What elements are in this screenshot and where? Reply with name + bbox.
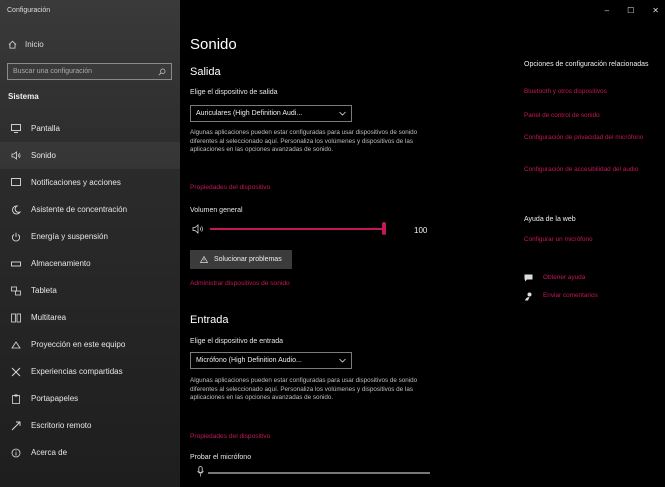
mic-level-track bbox=[208, 472, 430, 474]
input-description: Algunas aplicaciones pueden estar config… bbox=[190, 377, 418, 402]
sidebar: Configuración Inicio Buscar una configur… bbox=[0, 0, 180, 487]
multitask-icon bbox=[10, 312, 21, 323]
maximize-button[interactable]: ☐ bbox=[627, 6, 634, 15]
notification-icon bbox=[10, 177, 21, 188]
close-button[interactable]: ✕ bbox=[652, 6, 659, 15]
storage-icon bbox=[10, 258, 21, 269]
sidebar-item-label: Experiencias compartidas bbox=[31, 367, 123, 376]
sidebar-item-proyeccion[interactable]: Proyección en este equipo bbox=[0, 331, 180, 358]
help-chat-icon bbox=[524, 274, 533, 282]
search-placeholder: Buscar una configuración bbox=[13, 68, 92, 75]
output-properties-link[interactable]: Propiedades del dispositivo bbox=[190, 184, 270, 191]
sidebar-item-portapapeles[interactable]: Portapapeles bbox=[0, 385, 180, 412]
volume-value: 100 bbox=[414, 226, 428, 235]
related-settings: Opciones de configuración relacionadas bbox=[524, 60, 654, 69]
volume-speaker-icon[interactable] bbox=[192, 224, 204, 234]
mic-level-meter bbox=[208, 472, 430, 474]
chevron-down-icon bbox=[339, 358, 346, 363]
sidebar-item-energia[interactable]: Energía y suspensión bbox=[0, 223, 180, 250]
input-device-value: Micrófono (High Definition Audio... bbox=[196, 357, 302, 364]
clipboard-icon bbox=[10, 393, 21, 404]
search-input[interactable]: Buscar una configuración bbox=[7, 63, 172, 80]
feedback-icon bbox=[525, 292, 532, 301]
related-heading: Opciones de configuración relacionadas bbox=[524, 61, 649, 68]
related-link-mic-privacy[interactable]: Configuración de privacidad del micrófon… bbox=[524, 134, 649, 143]
sidebar-item-label: Portapapeles bbox=[31, 394, 79, 403]
volume-slider[interactable] bbox=[210, 222, 386, 236]
input-device-dropdown[interactable]: Micrófono (High Definition Audio... bbox=[190, 352, 352, 369]
home-icon bbox=[8, 40, 17, 49]
volume-slider-fill bbox=[210, 228, 386, 230]
sidebar-item-label: Asistente de concentración bbox=[31, 205, 128, 214]
app-title: Configuración bbox=[7, 7, 51, 14]
related-link-audio-accessibility[interactable]: Configuración de accesibilidad del audio bbox=[524, 166, 649, 175]
get-help-link[interactable]: Obtener ayuda bbox=[524, 274, 585, 283]
info-icon bbox=[10, 447, 21, 458]
sidebar-item-experiencias[interactable]: Experiencias compartidas bbox=[0, 358, 180, 385]
input-properties-link[interactable]: Propiedades del dispositivo bbox=[190, 433, 270, 440]
troubleshoot-label: Solucionar problemas bbox=[214, 256, 282, 263]
get-help-label: Obtener ayuda bbox=[543, 274, 586, 281]
manage-devices-link[interactable]: Administrar dispositivos de sonido bbox=[190, 280, 290, 287]
projection-icon bbox=[10, 339, 21, 350]
power-icon bbox=[10, 231, 21, 242]
sidebar-item-label: Almacenamiento bbox=[31, 259, 91, 268]
feedback-label: Enviar comentarios bbox=[543, 292, 598, 300]
related-link-bluetooth[interactable]: Bluetooth y otros dispositivos bbox=[524, 88, 654, 97]
minimize-button[interactable]: – bbox=[605, 6, 609, 15]
sidebar-item-tableta[interactable]: Tableta bbox=[0, 277, 180, 304]
sidebar-item-sonido[interactable]: Sonido bbox=[0, 142, 180, 169]
output-device-value: Auriculares (High Definition Audi... bbox=[196, 110, 303, 117]
microphone-icon bbox=[197, 466, 204, 477]
sidebar-item-pantalla[interactable]: Pantalla bbox=[0, 115, 180, 142]
output-device-dropdown[interactable]: Auriculares (High Definition Audi... bbox=[190, 105, 352, 122]
speaker-icon bbox=[10, 150, 21, 161]
sidebar-item-label: Sonido bbox=[31, 151, 56, 160]
sidebar-item-acerca-de[interactable]: Acerca de bbox=[0, 439, 180, 466]
sidebar-item-escritorio-remoto[interactable]: Escritorio remoto bbox=[0, 412, 180, 439]
sidebar-item-multitarea[interactable]: Multitarea bbox=[0, 304, 180, 331]
sidebar-nav: Pantalla Sonido Notificaciones y accione… bbox=[0, 115, 180, 466]
shared-icon bbox=[10, 366, 21, 377]
warning-icon bbox=[200, 256, 208, 263]
mic-test-label: Probar el micrófono bbox=[190, 454, 252, 461]
window-controls: – ☐ ✕ bbox=[605, 6, 659, 15]
sidebar-item-concentracion[interactable]: Asistente de concentración bbox=[0, 196, 180, 223]
sidebar-item-label: Energía y suspensión bbox=[31, 232, 108, 241]
remote-icon bbox=[10, 420, 21, 431]
related-link-sound-panel[interactable]: Panel de control de sonido bbox=[524, 112, 654, 121]
sidebar-item-almacenamiento[interactable]: Almacenamiento bbox=[0, 250, 180, 277]
volume-label: Volumen general bbox=[190, 207, 243, 214]
input-heading: Entrada bbox=[190, 314, 229, 326]
sidebar-item-notificaciones[interactable]: Notificaciones y acciones bbox=[0, 169, 180, 196]
troubleshoot-button[interactable]: Solucionar problemas bbox=[190, 250, 292, 269]
search-icon bbox=[158, 68, 166, 75]
sidebar-item-label: Escritorio remoto bbox=[31, 421, 92, 430]
sidebar-item-label: Tableta bbox=[31, 286, 57, 295]
output-device-label: Elige el dispositivo de salida bbox=[190, 89, 278, 96]
chevron-down-icon bbox=[339, 111, 346, 116]
sidebar-item-label: Acerca de bbox=[31, 448, 68, 457]
tablet-icon bbox=[10, 285, 21, 296]
home-link[interactable]: Inicio bbox=[8, 40, 44, 49]
section-heading: Sistema bbox=[8, 92, 39, 101]
help-heading: Ayuda de la web bbox=[524, 216, 576, 223]
feedback-link[interactable]: Enviar comentarios bbox=[524, 292, 598, 301]
home-label: Inicio bbox=[25, 40, 44, 49]
input-device-label: Elige el dispositivo de entrada bbox=[190, 338, 284, 345]
moon-icon bbox=[10, 204, 21, 215]
monitor-icon bbox=[10, 123, 21, 134]
output-heading: Salida bbox=[190, 66, 221, 78]
sidebar-item-label: Multitarea bbox=[31, 313, 67, 322]
sidebar-item-label: Proyección en este equipo bbox=[31, 340, 126, 349]
sidebar-item-label: Notificaciones y acciones bbox=[31, 178, 121, 187]
page-title: Sonido bbox=[190, 36, 237, 53]
output-description: Algunas aplicaciones pueden estar config… bbox=[190, 129, 418, 154]
sidebar-item-label: Pantalla bbox=[31, 124, 60, 133]
volume-slider-thumb[interactable] bbox=[382, 222, 386, 235]
help-link-mic[interactable]: Configurar un micrófono bbox=[524, 236, 593, 245]
